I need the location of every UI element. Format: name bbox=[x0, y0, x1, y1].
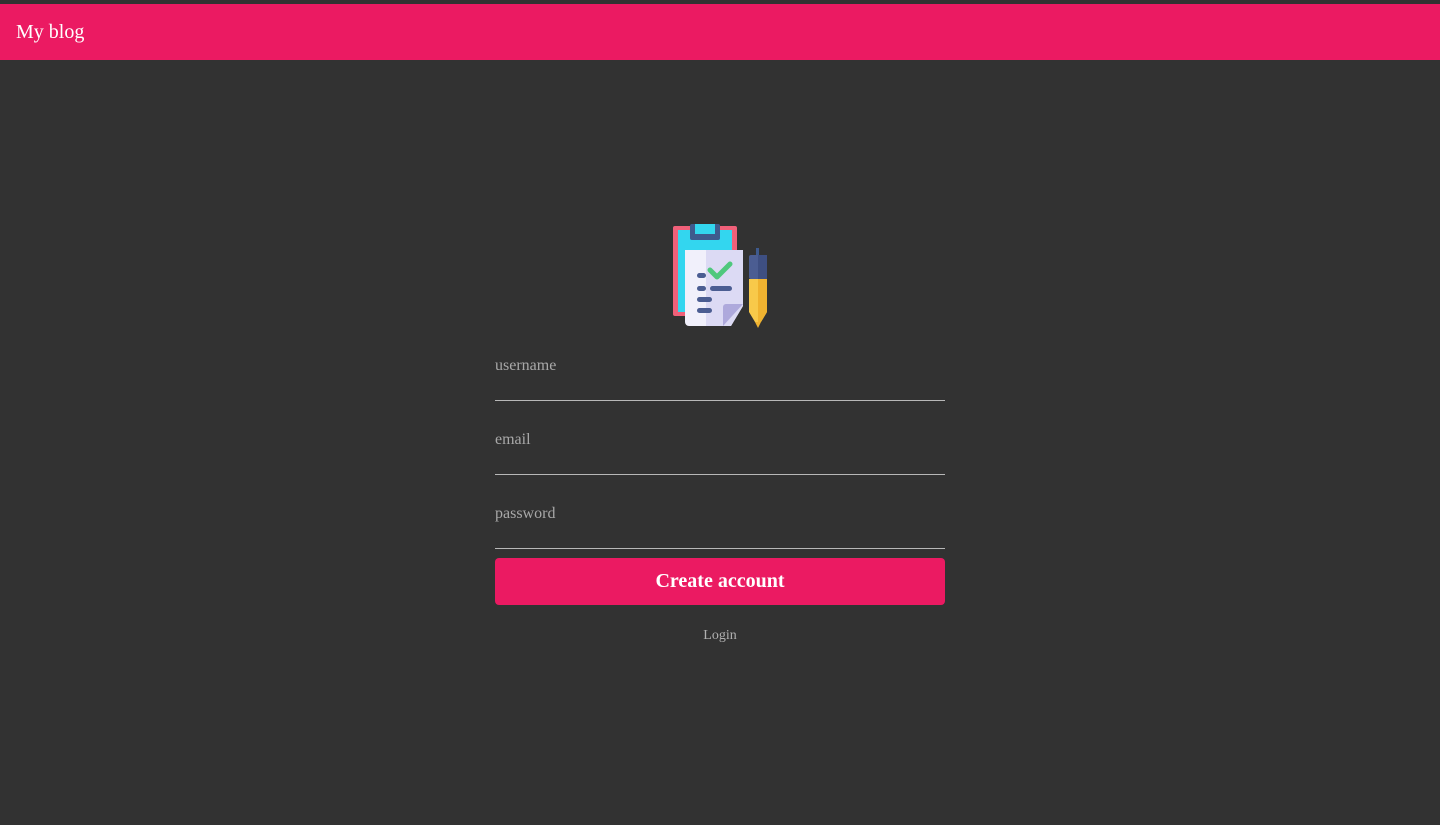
create-account-button[interactable]: Create account bbox=[495, 558, 945, 605]
email-field-wrapper bbox=[495, 424, 945, 476]
signup-form bbox=[495, 350, 945, 572]
login-link[interactable]: Login bbox=[495, 628, 945, 644]
username-field-wrapper bbox=[495, 350, 945, 402]
username-input[interactable] bbox=[495, 350, 945, 401]
password-field-wrapper bbox=[495, 498, 945, 550]
email-input[interactable] bbox=[495, 424, 945, 475]
navbar: My blog bbox=[0, 4, 1440, 60]
password-input[interactable] bbox=[495, 498, 945, 549]
clipboard-with-pen-icon bbox=[670, 224, 770, 328]
brand-title[interactable]: My blog bbox=[16, 21, 84, 44]
